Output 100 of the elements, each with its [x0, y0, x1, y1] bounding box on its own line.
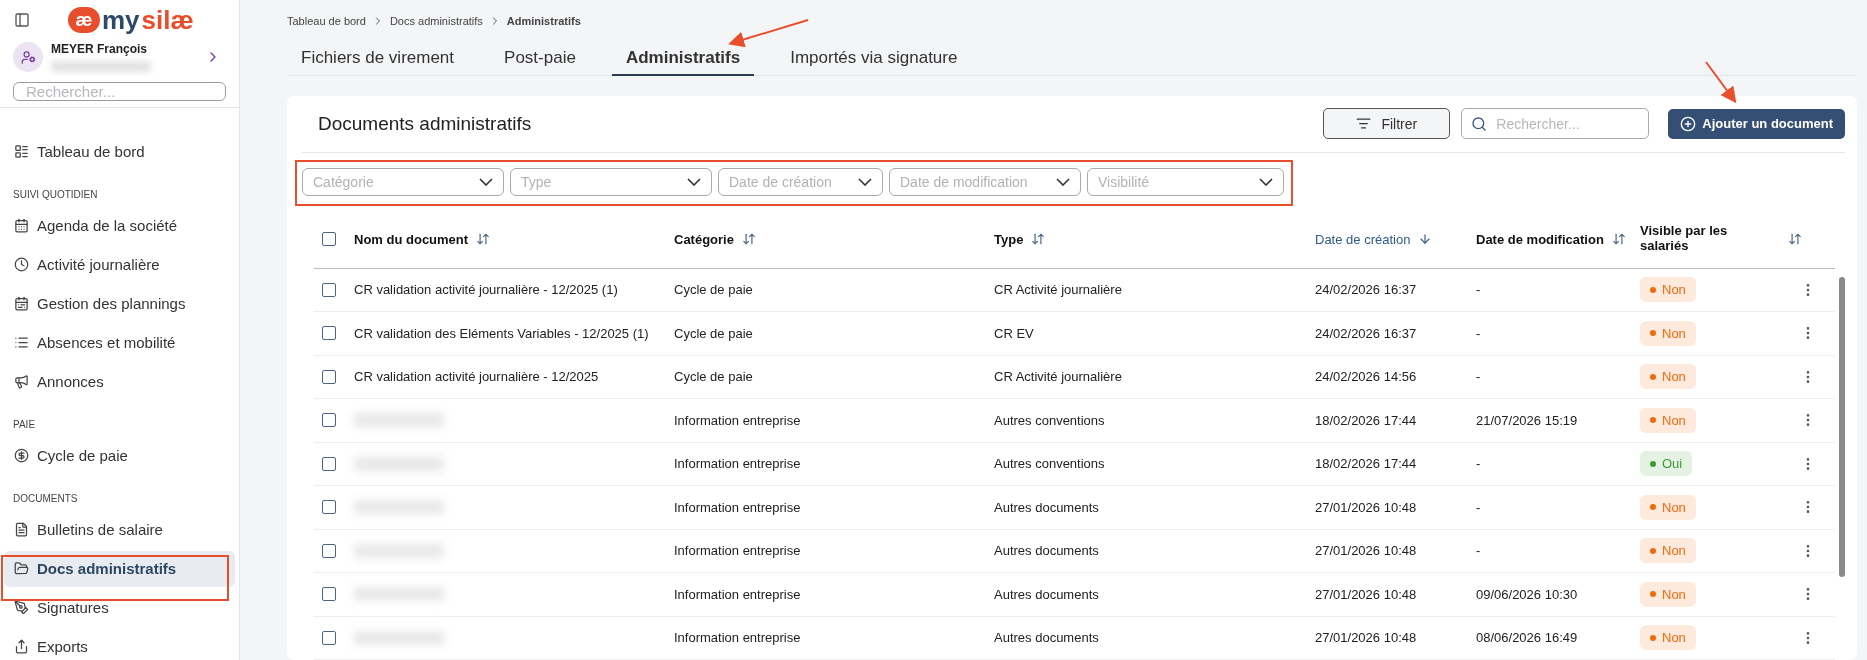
sort-icon: [1788, 232, 1802, 246]
table-cell-text: 27/01/2026 10:48: [1315, 543, 1418, 559]
table-cell-text: Information entreprise: [674, 586, 802, 602]
search-field[interactable]: Rechercher...: [1461, 108, 1650, 139]
table-cell-text: Autres documents: [994, 586, 1100, 602]
logo-text: silæ: [141, 4, 194, 36]
table-cell-text: 21/07/2026 15:19: [1476, 412, 1579, 428]
filter-button[interactable]: Filtrer: [1323, 108, 1451, 139]
sidebar-toggle-icon[interactable]: [14, 12, 30, 28]
section-heading: SUIVI QUOTIDIEN: [12, 188, 99, 202]
table-cell-text: Information entreprise: [674, 412, 802, 428]
list-icon: [14, 335, 29, 350]
user-name: MEYER François: [51, 42, 149, 56]
table-cell-text: -: [1476, 456, 1482, 472]
visibility-status: Non: [1640, 538, 1696, 564]
logo-text: my: [102, 4, 140, 36]
logo-mark: æ: [68, 7, 100, 33]
table-cell-text: CR validation des Eléments Variables - 12/2025 (1): [354, 325, 650, 341]
visibility-status: Non: [1640, 277, 1696, 303]
table-cell-text: 24/02/2026 16:37: [1315, 282, 1418, 298]
table-cell-text: 27/01/2026 10:48: [1315, 499, 1418, 515]
sidebar-item[interactable]: Agenda de la société: [4, 207, 235, 244]
breadcrumb-link[interactable]: Tableau de bord: [287, 14, 366, 27]
visibility-status: Non: [1640, 581, 1696, 607]
table-cell-text: Cycle de paie: [674, 325, 754, 341]
tab[interactable]: Post-paie: [490, 47, 590, 76]
megaphone-icon: [14, 374, 29, 389]
sidebar-item[interactable]: Cycle de paie: [4, 437, 235, 474]
table-cell-text: 24/02/2026 14:56: [1315, 369, 1418, 385]
sidebar-item[interactable]: Bulletins de salaire: [4, 511, 235, 548]
sidebar-item[interactable]: Signatures: [4, 589, 235, 626]
column-header[interactable]: Date de création: [1315, 231, 1476, 247]
filter-icon: [1356, 116, 1372, 131]
checkbox[interactable]: [322, 543, 336, 558]
user-gear-icon: [20, 49, 36, 65]
table-cell-text: Information entreprise: [674, 499, 802, 515]
visibility-status: Non: [1640, 494, 1696, 520]
search-icon: [1471, 116, 1488, 132]
checkbox[interactable]: [322, 232, 336, 246]
coin-icon: [14, 448, 29, 463]
visibility-status: Non: [1640, 407, 1696, 433]
checkbox[interactable]: [322, 456, 336, 471]
sidebar-item[interactable]: Absences et mobilité: [4, 324, 235, 361]
table-cell-text: CR Activité journalière: [994, 282, 1123, 298]
checkbox[interactable]: [322, 413, 336, 428]
tab[interactable]: Fichiers de virement: [287, 47, 469, 76]
table-cell-text: Autres conventions: [994, 456, 1106, 472]
sidebar-item[interactable]: Annonces: [4, 363, 235, 400]
checkbox[interactable]: [322, 326, 336, 341]
checkbox[interactable]: [322, 282, 336, 297]
checkbox[interactable]: [322, 500, 336, 515]
column-header[interactable]: Type: [994, 231, 1315, 247]
sidebar-item[interactable]: Activité journalière: [4, 246, 235, 283]
column-header[interactable]: Catégorie: [674, 231, 994, 247]
table-cell-text: Autres documents: [994, 499, 1100, 515]
sort-icon: [1611, 232, 1626, 246]
chevron-down-icon: [687, 177, 701, 186]
sidebar-item[interactable]: Exports: [4, 628, 235, 660]
table-cell-text: Autres documents: [994, 630, 1100, 646]
calendar-grid-icon: [14, 296, 29, 311]
table-cell-text: -: [1476, 499, 1482, 515]
table-cell-text: 18/02/2026 17:44: [1315, 456, 1418, 472]
folder-icon: [14, 561, 29, 576]
tab[interactable]: Administratifs: [611, 47, 755, 76]
sort-icon: [741, 232, 756, 246]
chevron-down-icon: [1259, 177, 1273, 186]
annotation-arrow: [1705, 61, 1737, 104]
table-cell-text: 18/02/2026 17:44: [1315, 412, 1418, 428]
table-cell-text: 27/01/2026 10:48: [1315, 630, 1418, 646]
calendar-icon: [14, 218, 29, 233]
table-cell-text: CR Activité journalière: [994, 369, 1123, 385]
column-header[interactable]: Nom du document: [354, 231, 674, 247]
table-cell-text: CR EV: [994, 325, 1035, 341]
table-cell-text: 08/06/2026 16:49: [1476, 630, 1579, 646]
table-cell-text: Information entreprise: [674, 630, 802, 646]
sidebar-item[interactable]: Tableau de bord: [4, 133, 235, 170]
visibility-status: Oui: [1640, 451, 1693, 477]
visibility-status: Non: [1640, 320, 1696, 346]
visibility-status: Non: [1640, 364, 1696, 390]
table-cell-text: 24/02/2026 16:37: [1315, 325, 1418, 341]
sidebar-item[interactable]: Gestion des plannings: [4, 285, 235, 322]
checkbox[interactable]: [322, 630, 336, 645]
column-header[interactable]: Date de modification: [1476, 231, 1640, 247]
tab[interactable]: Importés via signature: [776, 47, 972, 76]
checkbox[interactable]: [322, 369, 336, 384]
section-heading: DOCUMENTS: [12, 492, 79, 506]
chevron-down-icon: [1056, 177, 1070, 186]
table-cell-text: -: [1476, 325, 1482, 341]
search-field[interactable]: Rechercher...: [13, 82, 226, 101]
column-header[interactable]: Visible par les salariés: [1640, 224, 1830, 254]
section-heading: PAIE: [12, 418, 37, 432]
table-cell-text: Cycle de paie: [674, 282, 754, 298]
sort-icon: [1031, 232, 1046, 246]
table-cell-text: -: [1476, 369, 1482, 385]
checkbox[interactable]: [322, 587, 336, 602]
add-document-button[interactable]: Ajouter un document: [1668, 108, 1845, 139]
upload-icon: [14, 639, 29, 654]
breadcrumb-link[interactable]: Docs administratifs: [389, 14, 483, 27]
sidebar-item[interactable]: Docs administratifs: [4, 550, 235, 587]
visibility-status: Non: [1640, 625, 1696, 651]
